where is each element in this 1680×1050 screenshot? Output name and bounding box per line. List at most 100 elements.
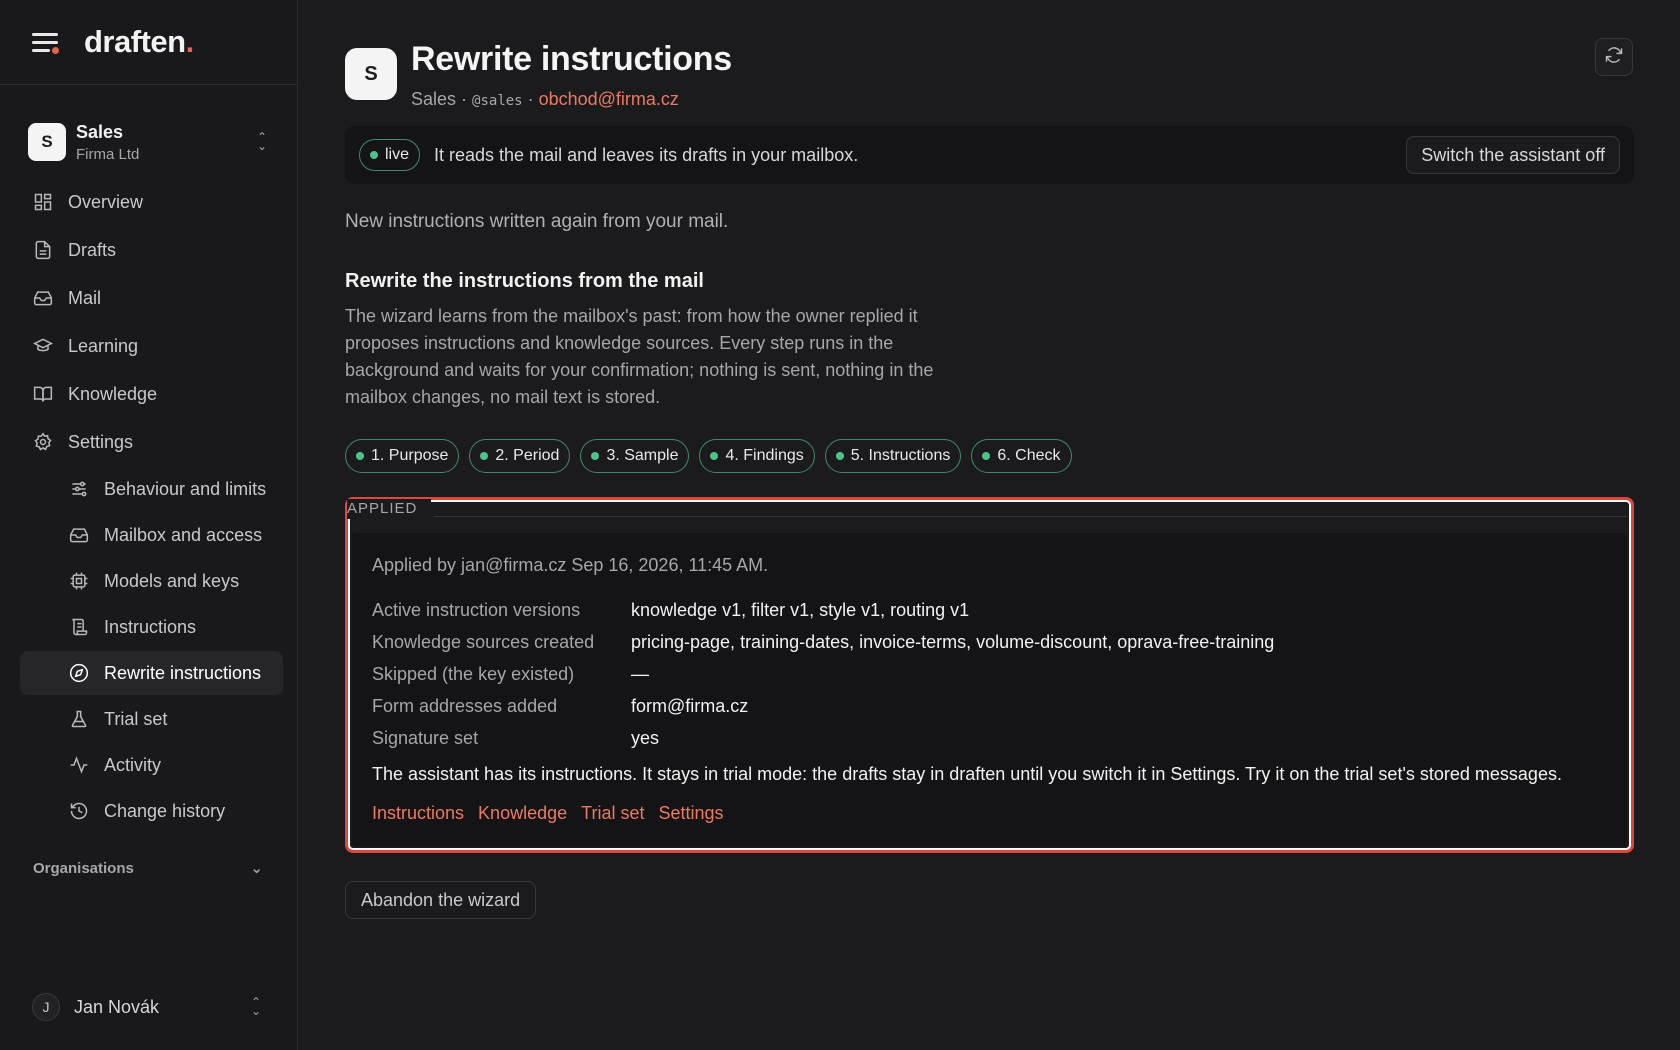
nav-settings-label: Settings xyxy=(68,431,134,452)
nav-behaviour[interactable]: Behaviour and limits xyxy=(20,467,283,511)
nav-change-history[interactable]: Change history xyxy=(20,789,283,833)
nav-rewrite-label: Rewrite instructions xyxy=(104,662,262,683)
nav-drafts-label: Drafts xyxy=(68,239,117,260)
page-subtitle: Sales · @sales · obchod@firma.cz xyxy=(411,89,679,109)
compass-icon xyxy=(68,662,90,684)
applied-panel: APPLIED Applied by jan@firma.cz Sep 16, … xyxy=(345,497,1634,853)
nav-instructions[interactable]: Instructions xyxy=(20,605,283,649)
wizard-title: Rewrite the instructions from the mail xyxy=(345,270,704,292)
status-text: It reads the mail and leaves its drafts … xyxy=(434,144,859,165)
flask-icon xyxy=(68,708,90,730)
nav-trial-label: Trial set xyxy=(104,708,168,729)
wizard-steps: 1. Purpose 2. Period 3. Sample 4. Findin… xyxy=(345,439,1634,473)
chevrons-up-down-icon: ⌃ ⌄ xyxy=(256,130,268,153)
switch-assistant-off-button[interactable]: Switch the assistant off xyxy=(1406,136,1620,174)
brand-bar: draften. xyxy=(0,0,297,85)
org-subtitle: Firma Ltd xyxy=(76,145,140,163)
file-text-icon xyxy=(32,239,54,261)
nav-models-label: Models and keys xyxy=(104,570,240,591)
org-name: Sales xyxy=(76,121,124,142)
logo[interactable]: draften. xyxy=(84,24,194,60)
history-icon xyxy=(68,800,90,822)
wizard-description: The wizard learns from the mailbox's pas… xyxy=(345,306,934,407)
inbox-icon xyxy=(68,524,90,546)
page-header: S Rewrite instructions Sales · @sales · … xyxy=(345,40,1634,110)
org-switcher[interactable]: S Sales Firma Ltd ⌃ ⌄ xyxy=(0,117,297,167)
nav-learning-label: Learning xyxy=(68,335,139,356)
applied-message: The assistant has its instructions. It s… xyxy=(372,764,1562,784)
applied-by-text: Applied by jan@firma.cz Sep 16, 2026, 11… xyxy=(372,555,769,575)
step-check[interactable]: 6. Check xyxy=(971,439,1072,473)
link-knowledge[interactable]: Knowledge xyxy=(478,803,567,824)
nav-learning[interactable]: Learning xyxy=(20,323,283,369)
nav-knowledge[interactable]: Knowledge xyxy=(20,371,283,417)
nav-mail[interactable]: Mail xyxy=(20,275,283,321)
detail-row: Form addresses added form@firma.cz xyxy=(372,695,749,716)
nav-models[interactable]: Models and keys xyxy=(20,559,283,603)
chevron-down-icon: ⌄ xyxy=(250,860,263,877)
status-bar: live It reads the mail and leaves its dr… xyxy=(345,126,1634,184)
page-title: Rewrite instructions xyxy=(411,40,732,78)
assistant-email-link[interactable]: obchod@firma.cz xyxy=(539,89,679,109)
step-purpose[interactable]: 1. Purpose xyxy=(345,439,460,473)
nav-mailbox[interactable]: Mailbox and access xyxy=(20,513,283,557)
nav-activity[interactable]: Activity xyxy=(20,743,283,787)
org-avatar: S xyxy=(28,123,66,161)
applied-label: APPLIED xyxy=(347,499,432,519)
cpu-icon xyxy=(68,570,90,592)
status-badge: live xyxy=(359,139,421,171)
nav-mailbox-label: Mailbox and access xyxy=(104,524,263,545)
step-period[interactable]: 2. Period xyxy=(469,439,571,473)
assistant-avatar: S xyxy=(345,48,397,100)
nav-overview-label: Overview xyxy=(68,191,144,212)
detail-row: Knowledge sources created pricing-page, … xyxy=(372,631,1275,652)
sidebar: draften. S Sales Firma Ltd ⌃ ⌄ Overview D… xyxy=(0,0,298,1050)
refresh-button[interactable] xyxy=(1595,38,1633,76)
grid-icon xyxy=(32,191,54,213)
nav-activity-label: Activity xyxy=(104,754,162,775)
link-settings[interactable]: Settings xyxy=(658,803,723,824)
nav-trial-set[interactable]: Trial set xyxy=(20,697,283,741)
abandon-wizard-button[interactable]: Abandon the wizard xyxy=(345,881,537,919)
step-findings[interactable]: 4. Findings xyxy=(699,439,815,473)
nav-overview[interactable]: Overview xyxy=(20,179,283,225)
app-window: draften. S Sales Firma Ltd ⌃ ⌄ Overview D… xyxy=(0,0,1680,1050)
link-trial-set[interactable]: Trial set xyxy=(581,803,644,824)
applied-links: Instructions Knowledge Trial set Setting… xyxy=(372,803,1607,824)
assistant-name: Sales xyxy=(411,89,457,109)
organisations-label: Organisations xyxy=(33,859,134,877)
nav-instructions-label: Instructions xyxy=(104,616,197,637)
applied-card: Applied by jan@firma.cz Sep 16, 2026, 11… xyxy=(352,533,1627,846)
detail-row: Active instruction versions knowledge v1… xyxy=(372,599,970,620)
nav-knowledge-label: Knowledge xyxy=(68,383,158,404)
nav-drafts[interactable]: Drafts xyxy=(20,227,283,273)
step-instructions[interactable]: 5. Instructions xyxy=(824,439,962,473)
nav-settings[interactable]: Settings xyxy=(20,419,283,465)
nav-rewrite-instructions[interactable]: Rewrite instructions xyxy=(20,651,283,695)
nav-history-label: Change history xyxy=(104,800,226,821)
avatar: J xyxy=(32,993,60,1021)
inbox-icon xyxy=(32,287,54,309)
nav-behaviour-label: Behaviour and limits xyxy=(104,478,267,499)
chevrons-up-down-icon: ⌃ ⌄ xyxy=(250,995,262,1018)
assistant-handle: @sales xyxy=(472,93,523,109)
applied-details: Active instruction versions knowledge v1… xyxy=(372,594,1607,754)
main-content: S Rewrite instructions Sales · @sales · … xyxy=(298,0,1680,1050)
gear-icon xyxy=(32,431,54,453)
book-open-icon xyxy=(32,383,54,405)
graduation-cap-icon xyxy=(32,335,54,357)
menu-icon[interactable] xyxy=(32,30,60,54)
main-nav: Overview Drafts Mail Learning Knowledge … xyxy=(0,179,297,833)
activity-icon xyxy=(68,754,90,776)
lead-text: New instructions written again from your… xyxy=(345,211,729,232)
scroll-text-icon xyxy=(68,616,90,638)
nav-mail-label: Mail xyxy=(68,287,102,308)
step-sample[interactable]: 3. Sample xyxy=(580,439,690,473)
sliders-icon xyxy=(68,478,90,500)
organisations-toggle[interactable]: Organisations ⌄ xyxy=(33,859,263,878)
detail-row: Skipped (the key existed) — xyxy=(372,663,649,684)
detail-row: Signature set yes xyxy=(372,727,660,748)
user-menu[interactable]: J Jan Novák ⌃ ⌄ xyxy=(32,990,263,1024)
link-instructions[interactable]: Instructions xyxy=(372,803,464,824)
refresh-icon xyxy=(1604,45,1624,70)
